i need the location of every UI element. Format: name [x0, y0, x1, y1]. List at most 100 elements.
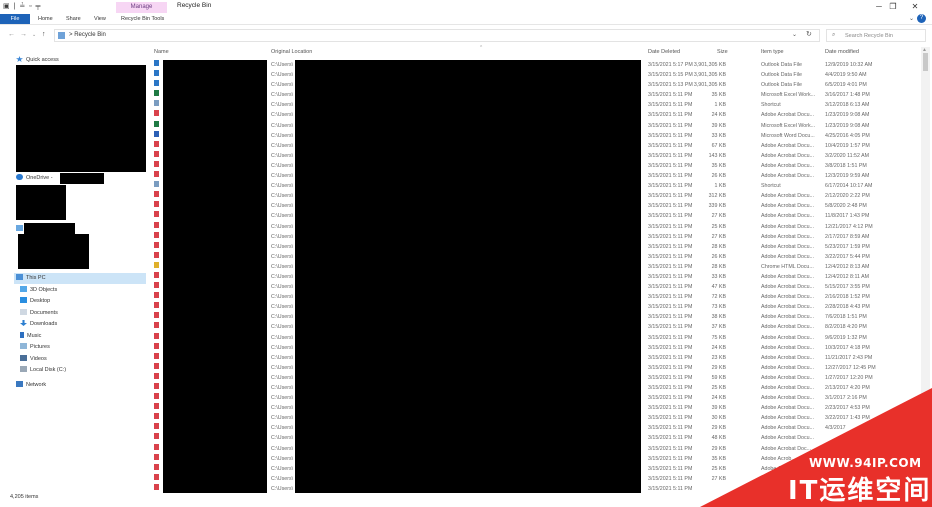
redacted-block	[16, 65, 146, 172]
cell-size: 39 KB	[711, 122, 726, 129]
cell-date-deleted: 3/15/2021 5:11 PM	[648, 284, 693, 291]
cell-item-type: Adobe Acrobat Docu...	[761, 344, 815, 351]
status-item-count: 4,205 items	[10, 494, 39, 500]
cell-item-type: Adobe Acrobat Docu...	[761, 173, 815, 180]
pdf-file-icon	[154, 241, 159, 248]
quick-access-toolbar[interactable]: ▣ | ≟ ▫ ╤	[3, 2, 42, 10]
cell-item-type: Adobe Acrobat Docu...	[761, 112, 815, 119]
cell-date-modified: 3/2/2020 11:52 AM	[825, 152, 870, 159]
nav-videos[interactable]: Videos	[20, 354, 47, 365]
cell-item-type: Microsoft Word Docu...	[761, 132, 815, 139]
nav-local-disk[interactable]: Local Disk (C:)	[20, 365, 66, 376]
address-field[interactable]: > Recycle Bin	[54, 29, 820, 42]
up-icon[interactable]: ↑	[42, 31, 46, 38]
cell-date-deleted: 3/15/2021 5:11 PM	[648, 253, 693, 260]
nav-this-pc[interactable]: This PC	[14, 273, 146, 284]
column-original-location[interactable]: Original Location	[271, 49, 312, 55]
cell-date-modified: 12/27/2017 12:45 PM	[825, 364, 876, 371]
music-icon	[20, 332, 24, 338]
cell-original-location: C:\Users\	[271, 395, 294, 402]
cell-date-deleted: 3/15/2021 5:11 PM	[648, 364, 693, 371]
excel-file-icon	[154, 90, 159, 97]
nav-downloads[interactable]: Downloads	[20, 319, 57, 330]
breadcrumb-recycle-bin[interactable]: Recycle Bin	[74, 32, 106, 38]
cell-date-deleted: 3/15/2021 5:11 PM	[648, 485, 693, 492]
cell-date-deleted: 3/15/2021 5:11 PM	[648, 445, 693, 452]
column-name[interactable]: Name	[154, 49, 169, 55]
cell-date-modified: 12/3/2019 9:59 AM	[825, 173, 870, 180]
nav-documents[interactable]: Documents	[20, 308, 58, 319]
cell-date-modified: 3/12/2018 6:13 AM	[825, 102, 870, 109]
tab-share[interactable]: Share	[66, 14, 81, 24]
nav-onedrive[interactable]: OneDrive -	[16, 173, 53, 184]
cell-original-location: C:\Users\	[271, 162, 294, 169]
cell-date-modified: 12/4/2012 8:11 AM	[825, 273, 870, 280]
cell-size: 33 KB	[711, 273, 726, 280]
recent-locations-icon[interactable]: ⌄	[32, 32, 36, 38]
search-input[interactable]: ⌕ Search Recycle Bin	[826, 29, 926, 42]
refresh-icon[interactable]: ↻	[806, 30, 812, 38]
redacted-name-column	[163, 60, 267, 493]
desktop-icon	[20, 297, 27, 303]
cell-size: 67 KB	[711, 142, 726, 149]
tab-file[interactable]: File	[0, 14, 30, 24]
cell-date-modified: 11/8/2017 1:43 PM	[825, 213, 870, 220]
scrollbar-thumb[interactable]	[923, 53, 928, 71]
pdf-file-icon	[154, 221, 159, 228]
nav-music[interactable]: Music	[20, 331, 41, 342]
cell-size: 3,901,305 KB	[693, 62, 726, 68]
cell-item-type: Adobe Acrobat Docu...	[761, 233, 815, 240]
cell-date-deleted: 3/15/2021 5:11 PM	[648, 193, 693, 200]
redacted-block	[16, 185, 66, 220]
tab-view[interactable]: View	[94, 14, 106, 24]
cell-item-type: Adobe Acrobat Docu...	[761, 203, 815, 210]
cell-original-location: C:\Users\	[271, 92, 294, 99]
tab-home[interactable]: Home	[38, 14, 53, 24]
cell-size: 75 KB	[711, 334, 726, 341]
cell-date-deleted: 3/15/2021 5:11 PM	[648, 152, 693, 159]
column-date-deleted[interactable]: Date Deleted	[648, 49, 680, 55]
cell-date-deleted: 3/15/2021 5:11 PM	[648, 263, 693, 270]
shortcut-file-icon	[154, 100, 159, 107]
watermark-text: IT运维空间	[788, 476, 932, 506]
cell-date-deleted: 3/15/2021 5:11 PM	[648, 92, 693, 99]
maximize-button[interactable]: ❐	[882, 2, 904, 11]
nav-network[interactable]: Network	[16, 380, 46, 391]
cell-date-deleted: 3/15/2021 5:11 PM	[648, 304, 693, 311]
nav-pictures[interactable]: Pictures	[20, 342, 50, 353]
pdf-file-icon	[154, 372, 159, 379]
cell-size: 35 KB	[711, 162, 726, 169]
cell-original-location: C:\Users\	[271, 62, 294, 68]
address-dropdown-icon[interactable]: ⌄	[792, 31, 797, 38]
cell-original-location: C:\Users\	[271, 203, 294, 210]
cell-original-location: C:\Users\	[271, 132, 294, 139]
ribbon-collapse-icon[interactable]: ⌄	[909, 15, 914, 22]
cell-item-type: Outlook Data File	[761, 72, 802, 79]
tab-manage[interactable]: Manage	[116, 2, 167, 13]
close-button[interactable]: ✕	[904, 2, 926, 11]
cell-original-location: C:\Users\	[271, 193, 294, 200]
tab-recycle-bin-tools[interactable]: Recycle Bin Tools	[121, 14, 164, 24]
column-item-type[interactable]: Item type	[761, 49, 784, 55]
cell-item-type: Shortcut	[761, 102, 781, 109]
cell-date-deleted: 3/15/2021 5:11 PM	[648, 294, 693, 301]
pdf-file-icon	[154, 312, 159, 319]
cell-date-modified: 8/2/2018 4:20 PM	[825, 324, 867, 331]
cell-size: 29 KB	[711, 364, 726, 371]
cell-original-location: C:\Users\	[271, 385, 294, 391]
nav-desktop[interactable]: Desktop	[20, 296, 50, 307]
cell-date-modified: 4/25/2016 4:05 PM	[825, 132, 870, 139]
back-icon[interactable]: ←	[8, 31, 15, 38]
cell-item-type: Adobe Acrobat Docu...	[761, 314, 815, 321]
breadcrumb[interactable]: > Recycle Bin	[69, 32, 106, 38]
cell-original-location: C:\Users\	[271, 173, 294, 180]
cell-item-type: Shortcut	[761, 183, 781, 190]
nav-3d-objects[interactable]: 3D Objects	[20, 285, 57, 296]
download-icon	[20, 320, 27, 326]
column-size[interactable]: Size	[717, 49, 728, 55]
column-date-modified[interactable]: Date modified	[825, 49, 859, 55]
cell-size: 72 KB	[711, 294, 726, 301]
help-icon[interactable]: ?	[917, 14, 926, 23]
forward-icon[interactable]: →	[20, 31, 27, 38]
word-file-icon	[154, 130, 159, 137]
